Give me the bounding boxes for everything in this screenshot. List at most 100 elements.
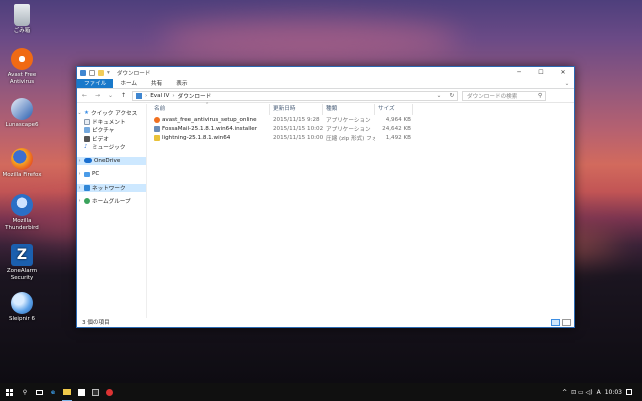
taskbar-edge[interactable]: e: [46, 383, 60, 401]
expand-chevron-icon[interactable]: ›: [77, 198, 82, 204]
file-row[interactable]: lightning-25.1.8.1.win64 2015/11/15 10:0…: [151, 133, 574, 142]
nav-item-homegroup[interactable]: › ホームグループ: [77, 197, 146, 206]
documents-icon: [84, 118, 90, 125]
details-view-button[interactable]: [551, 318, 560, 326]
task-view-button[interactable]: [32, 383, 46, 401]
expand-chevron-icon[interactable]: ›: [77, 185, 82, 191]
nav-item-onedrive[interactable]: › OneDrive: [77, 156, 146, 165]
breadcrumb-eval-iv[interactable]: Eval IV: [150, 93, 169, 99]
column-header-type[interactable]: 種類: [323, 104, 375, 115]
nav-item-music[interactable]: ♪ ミュージック: [77, 143, 146, 152]
new-folder-icon[interactable]: [98, 70, 104, 76]
store-icon: [77, 388, 85, 396]
file-list: ⌃ 名前 更新日時 種類 サイズ avast_free_antivirus_se…: [151, 102, 574, 318]
tab-view[interactable]: 表示: [169, 79, 194, 88]
nav-item-videos[interactable]: ビデオ: [77, 135, 146, 144]
file-name: FossaMail-25.1.8.1.win64.installer: [162, 125, 258, 132]
expand-chevron-icon[interactable]: ›: [77, 171, 82, 177]
notification-icon[interactable]: [626, 389, 632, 395]
quick-access-dropdown-icon[interactable]: ▾: [107, 70, 110, 76]
nav-item-quick-access[interactable]: ⌄ ★ クイック アクセス: [77, 109, 146, 118]
explorer-app-icon: [80, 70, 86, 76]
taskbar-file-explorer[interactable]: [60, 383, 74, 401]
address-dropdown-icon[interactable]: ⌄: [434, 93, 444, 99]
nav-label: クイック アクセス: [91, 111, 138, 118]
title-bar[interactable]: ▾ ダウンロード ─ ☐ ✕: [77, 67, 574, 79]
up-button[interactable]: ↑: [119, 92, 128, 99]
avast-icon: [11, 48, 33, 70]
breadcrumb-separator: ›: [145, 92, 148, 99]
sort-ascending-icon: ⌃: [205, 102, 210, 108]
pictures-icon: [84, 127, 90, 134]
app-icon: [91, 388, 99, 396]
sleipnir-icon: [11, 292, 33, 314]
file-size: 4,964 KB: [385, 116, 411, 123]
desktop-icon-label: Avast Free Antivirus: [7, 72, 37, 85]
ime-indicator[interactable]: A: [597, 389, 601, 396]
forward-button[interactable]: →: [93, 92, 102, 99]
file-date: 2015/11/15 9:28: [273, 116, 320, 123]
music-icon: ♪: [84, 144, 88, 151]
clock[interactable]: 10:03: [605, 389, 622, 396]
desktop-icon-lunascape[interactable]: Lunascape6: [0, 98, 44, 129]
tray-overflow-icon[interactable]: ^: [562, 389, 567, 396]
tab-home[interactable]: ホーム: [113, 79, 144, 88]
desktop-icon-label: ごみ箱: [13, 28, 31, 34]
desktop-icon-sleipnir[interactable]: Sleipnir 6: [0, 292, 44, 323]
avast-installer-icon: [154, 116, 160, 123]
taskbar: ⚲ e ^ ⊡ ▭ ◁) A 10:03: [0, 383, 642, 401]
column-header-size[interactable]: サイズ: [375, 104, 413, 115]
properties-icon[interactable]: [89, 70, 95, 76]
search-button[interactable]: ⚲: [18, 383, 32, 401]
breadcrumb-downloads[interactable]: ダウンロード: [178, 92, 212, 100]
file-type: アプリケーション: [326, 117, 371, 124]
search-icon[interactable]: ⚲: [535, 93, 545, 99]
start-button[interactable]: [0, 383, 18, 401]
refresh-button[interactable]: ↻: [447, 93, 457, 99]
large-icons-view-button[interactable]: [562, 318, 571, 326]
desktop-icon-firefox[interactable]: Mozilla Firefox: [0, 148, 44, 179]
file-explorer-icon: [63, 389, 71, 395]
expand-chevron-icon[interactable]: ›: [77, 158, 82, 164]
edge-icon: e: [50, 388, 56, 396]
desktop-icon-avast[interactable]: Avast Free Antivirus: [0, 48, 44, 85]
recent-locations-button[interactable]: ⌄: [106, 92, 115, 99]
taskbar-store[interactable]: [74, 383, 88, 401]
nav-item-documents[interactable]: ドキュメント: [77, 118, 146, 127]
file-size: 1,492 KB: [385, 134, 411, 141]
desktop-icon-recycle-bin[interactable]: ごみ箱: [0, 4, 44, 35]
nav-item-pictures[interactable]: ピクチャ: [77, 126, 146, 135]
address-bar[interactable]: › Eval IV › ダウンロード ⌄ ↻: [132, 90, 458, 101]
desktop-icon-zonealarm[interactable]: Z ZoneAlarm Security: [0, 244, 44, 281]
back-button[interactable]: ←: [80, 92, 89, 99]
maximize-button[interactable]: ☐: [530, 67, 552, 79]
network-icon: [84, 184, 90, 191]
videos-icon: [84, 135, 90, 142]
column-header-name[interactable]: 名前: [151, 104, 270, 115]
ribbon-expand-icon[interactable]: ⌄: [560, 79, 574, 88]
desktop-icon-thunderbird[interactable]: Mozilla Thunderbird: [0, 194, 44, 231]
search-box[interactable]: ダウンロードの検索 ⚲: [462, 90, 546, 101]
expand-chevron-icon[interactable]: ⌄: [77, 110, 82, 116]
nav-item-pc[interactable]: › PC: [77, 170, 146, 179]
taskbar-app-dark[interactable]: [88, 383, 102, 401]
close-button[interactable]: ✕: [552, 67, 574, 79]
minimize-button[interactable]: ─: [508, 67, 530, 79]
task-view-icon: [35, 389, 43, 395]
address-bar-row: ← → ⌄ ↑ › Eval IV › ダウンロード ⌄ ↻ ダウンロードの検索…: [77, 89, 574, 103]
taskbar-app-red[interactable]: [102, 383, 116, 401]
firefox-icon: [11, 148, 33, 170]
file-explorer-window: ▾ ダウンロード ─ ☐ ✕ ファイル ホーム 共有 表示 ⌄ ← → ⌄ ↑ …: [76, 66, 575, 328]
star-icon: ★: [84, 110, 90, 117]
file-row[interactable]: avast_free_antivirus_setup_online 2015/1…: [151, 115, 574, 124]
tab-share[interactable]: 共有: [144, 79, 169, 88]
desktop-icon-label: Mozilla Thunderbird: [5, 218, 39, 231]
nav-item-network[interactable]: › ネットワーク: [77, 183, 146, 192]
file-row[interactable]: FossaMail-25.1.8.1.win64.installer 2015/…: [151, 124, 574, 133]
tray-status-icons[interactable]: ⊡ ▭ ◁): [571, 389, 592, 396]
tab-file[interactable]: ファイル: [77, 79, 114, 88]
system-tray: ^ ⊡ ▭ ◁) A 10:03: [562, 389, 642, 396]
ribbon-tabs: ファイル ホーム 共有 表示 ⌄: [77, 79, 574, 89]
file-name: avast_free_antivirus_setup_online: [162, 116, 257, 123]
column-header-date[interactable]: 更新日時: [270, 104, 323, 115]
